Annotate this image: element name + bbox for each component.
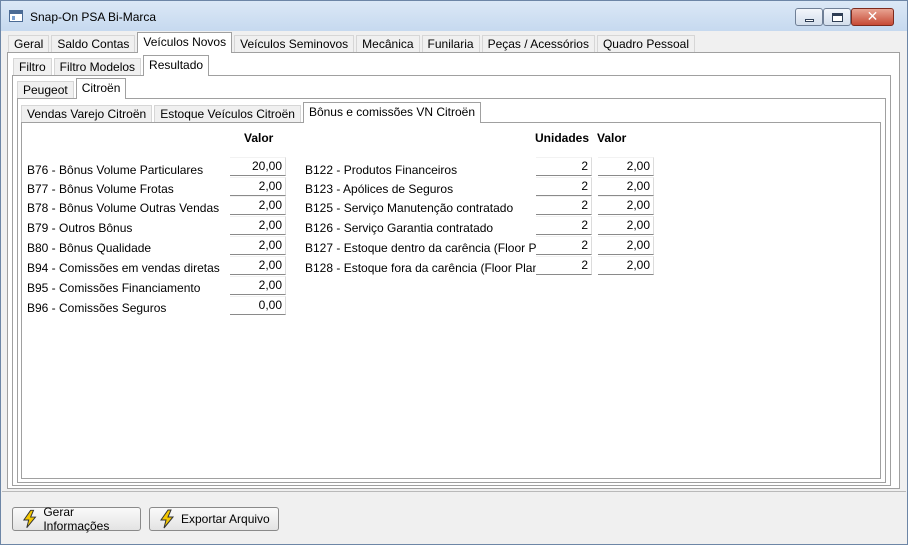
valor-cell-b77[interactable]: 2,00 — [230, 177, 286, 196]
maximize-button[interactable] — [823, 8, 851, 26]
valor-cell-b122[interactable]: 2,00 — [598, 157, 654, 176]
exportar-arquivo-button[interactable]: Exportar Arquivo — [149, 507, 279, 531]
tab-estoque-veiculos[interactable]: Estoque Veículos Citroën — [154, 105, 301, 123]
row-label-b96: B96 - Comissões Seguros — [27, 301, 167, 315]
row-label-b77: B77 - Bônus Volume Frotas — [27, 182, 174, 196]
tab-vendas-varejo[interactable]: Vendas Varejo Citroën — [21, 105, 153, 123]
tab-bonus-comissoes[interactable]: Bônus e comissões VN Citroën — [302, 102, 482, 123]
lightning-icon — [160, 509, 175, 529]
tab-geral[interactable]: Geral — [8, 35, 50, 53]
row-label-b95: B95 - Comissões Financiamento — [27, 281, 201, 295]
sub-tabs: Filtro Filtro Modelos Resultado — [13, 54, 211, 76]
valor-cell-b76[interactable]: 20,00 — [230, 157, 286, 176]
unidades-cell-b127[interactable]: 2 — [536, 236, 592, 255]
minimize-icon — [804, 18, 814, 22]
valor-cell-b96[interactable]: 0,00 — [230, 296, 286, 315]
valor-cell-b79[interactable]: 2,00 — [230, 216, 286, 235]
gerar-informacoes-button[interactable]: Gerar Informações — [12, 505, 141, 533]
unidades-cell-b125[interactable]: 2 — [536, 196, 592, 215]
title-bar[interactable]: Snap-On PSA Bi-Marca ✕ — [1, 1, 907, 31]
valor-cell-b125[interactable]: 2,00 — [598, 196, 654, 215]
unidades-cell-b128[interactable]: 2 — [536, 256, 592, 275]
valor-cell-b128[interactable]: 2,00 — [598, 256, 654, 275]
app-icon — [9, 10, 23, 22]
tab-peugeot[interactable]: Peugeot — [17, 81, 74, 99]
valor-cell-b78[interactable]: 2,00 — [230, 196, 286, 215]
window-title: Snap-On PSA Bi-Marca — [30, 10, 157, 24]
tab-pecas-acessorios[interactable]: Peças / Acessórios — [481, 35, 595, 53]
valor-cell-b127[interactable]: 2,00 — [598, 236, 654, 255]
row-label-b125: B125 - Serviço Manutenção contratado — [305, 201, 514, 215]
row-label-b94: B94 - Comissões em vendas diretas — [27, 261, 220, 275]
unidades-cell-b122[interactable]: 2 — [536, 157, 592, 176]
close-icon: ✕ — [866, 9, 879, 25]
row-label-b78: B78 - Bônus Volume Outras Vendas — [27, 201, 220, 215]
row-label-b122: B122 - Produtos Financeiros — [305, 163, 458, 177]
maximize-icon — [831, 12, 843, 22]
valor-cell-b126[interactable]: 2,00 — [598, 216, 654, 235]
lightning-icon — [22, 509, 37, 529]
row-label-b76: B76 - Bônus Volume Particulares — [27, 163, 204, 177]
row-label-b128: B128 - Estoque fora da carência (Floor P… — [305, 261, 544, 275]
minimize-button[interactable] — [795, 8, 823, 26]
right-valor-header: Valor — [597, 131, 627, 145]
tab-resultado[interactable]: Resultado — [143, 55, 210, 76]
main-tabs: Geral Saldo Contas Veículos Novos Veícul… — [8, 32, 697, 53]
right-unidades-header: Unidades — [535, 131, 590, 145]
tab-filtro[interactable]: Filtro — [13, 58, 52, 76]
app-window: Snap-On PSA Bi-Marca ✕ Geral Saldo Conta… — [0, 0, 908, 545]
tab-veiculos-novos[interactable]: Veículos Novos — [137, 32, 233, 53]
tab-mecanica[interactable]: Mecânica — [356, 35, 420, 53]
valor-cell-b94[interactable]: 2,00 — [230, 256, 286, 275]
row-label-b126: B126 - Serviço Garantia contratado — [305, 221, 494, 235]
exportar-arquivo-label: Exportar Arquivo — [181, 512, 270, 526]
report-tabs: Vendas Varejo Citroën Estoque Veículos C… — [21, 101, 483, 123]
left-valor-header: Valor — [244, 131, 274, 145]
bottom-bar: Gerar Informações Exportar Arquivo — [2, 491, 906, 544]
row-label-b80: B80 - Bônus Qualidade — [27, 241, 152, 255]
row-label-b127: B127 - Estoque dentro da carência (Floor… — [305, 241, 557, 255]
valor-cell-b80[interactable]: 2,00 — [230, 236, 286, 255]
row-label-b79: B79 - Outros Bônus — [27, 221, 133, 235]
tab-quadro-pessoal[interactable]: Quadro Pessoal — [596, 35, 696, 53]
tab-citroen[interactable]: Citroën — [75, 78, 127, 99]
valor-cell-b95[interactable]: 2,00 — [230, 276, 286, 295]
tab-saldo-contas[interactable]: Saldo Contas — [51, 35, 136, 53]
tab-funilaria[interactable]: Funilaria — [421, 35, 480, 53]
close-button[interactable]: ✕ — [851, 8, 894, 26]
row-label-b123: B123 - Apólices de Seguros — [305, 182, 454, 196]
valor-cell-b123[interactable]: 2,00 — [598, 177, 654, 196]
unidades-cell-b126[interactable]: 2 — [536, 216, 592, 235]
unidades-cell-b123[interactable]: 2 — [536, 177, 592, 196]
brand-tabs: Peugeot Citroën — [17, 77, 128, 99]
tab-veiculos-seminovos[interactable]: Veículos Seminovos — [234, 35, 355, 53]
gerar-informacoes-label: Gerar Informações — [43, 505, 110, 533]
tab-filtro-modelos[interactable]: Filtro Modelos — [53, 58, 142, 76]
